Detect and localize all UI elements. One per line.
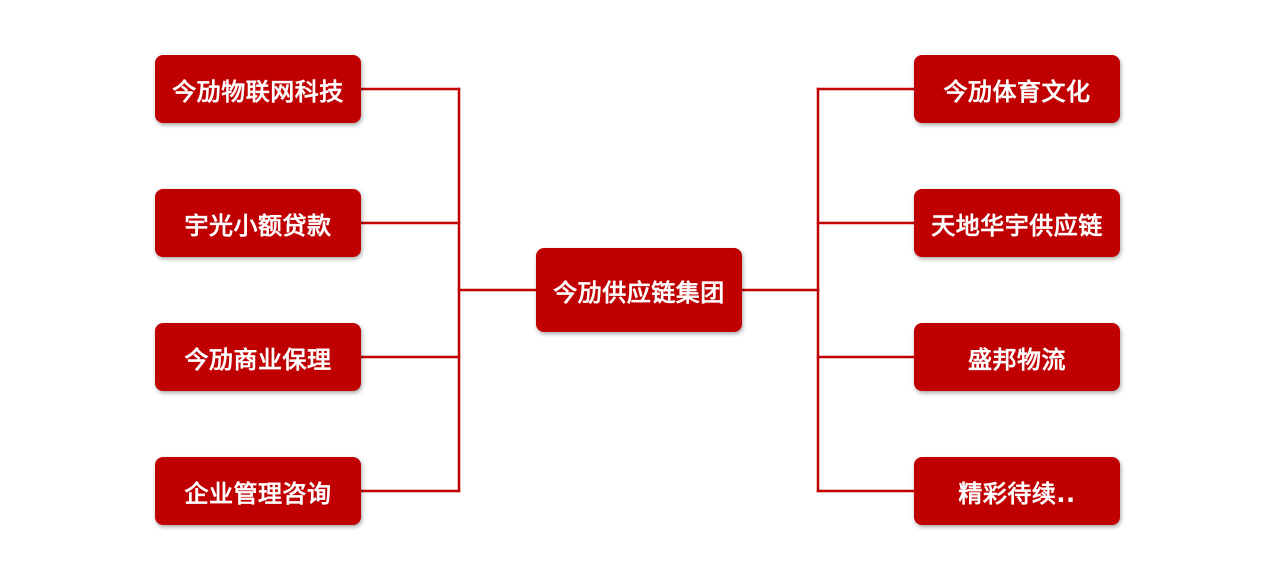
center-node-label: 今劢供应链集团 <box>553 278 725 307</box>
right-node-2[interactable]: 天地华宇供应链 <box>914 189 1120 257</box>
org-chart: 今劢供应链集团 今劢物联网科技 宇光小额贷款 今劢商业保理 企业管理咨询 今劢体… <box>0 0 1277 571</box>
left-node-label: 今劢商业保理 <box>184 345 332 374</box>
right-node-label: 今劢体育文化 <box>943 77 1091 106</box>
left-node-4[interactable]: 企业管理咨询 <box>155 457 361 525</box>
right-node-3[interactable]: 盛邦物流 <box>914 323 1120 391</box>
left-node-label: 今劢物联网科技 <box>172 77 344 106</box>
right-node-label: 精彩待续.. <box>958 479 1076 508</box>
right-node-label: 盛邦物流 <box>968 345 1066 374</box>
right-node-label: 天地华宇供应链 <box>931 211 1103 240</box>
center-node[interactable]: 今劢供应链集团 <box>536 248 742 332</box>
left-node-3[interactable]: 今劢商业保理 <box>155 323 361 391</box>
left-node-2[interactable]: 宇光小额贷款 <box>155 189 361 257</box>
left-node-label: 宇光小额贷款 <box>184 211 332 240</box>
left-node-1[interactable]: 今劢物联网科技 <box>155 55 361 123</box>
left-node-label: 企业管理咨询 <box>184 479 332 508</box>
right-node-1[interactable]: 今劢体育文化 <box>914 55 1120 123</box>
right-node-4[interactable]: 精彩待续.. <box>914 457 1120 525</box>
